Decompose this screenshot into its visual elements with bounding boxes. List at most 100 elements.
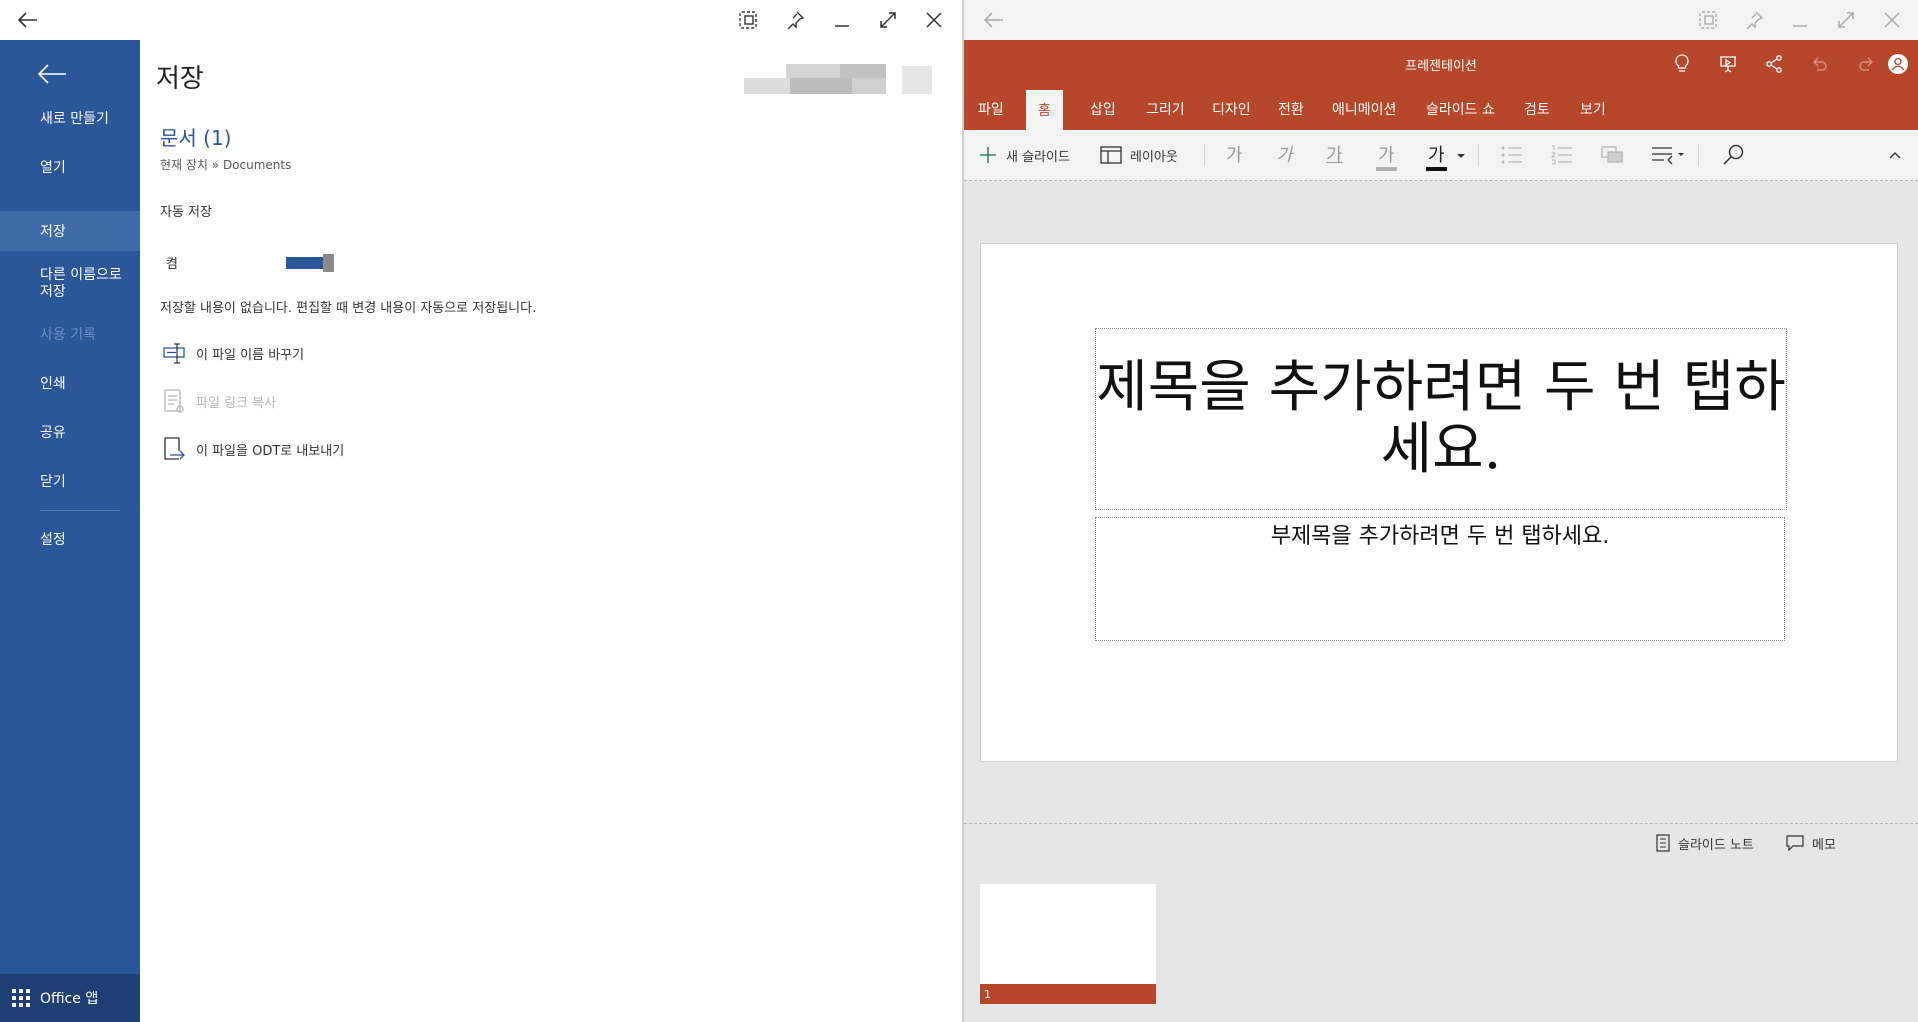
tab-transitions[interactable]: 전환	[1266, 88, 1316, 130]
sidebar-item-share[interactable]: 공유	[0, 412, 140, 452]
notes-icon	[1656, 834, 1670, 852]
highlight-button[interactable]: 가	[1376, 141, 1397, 171]
right-titlebar	[964, 0, 1918, 40]
tab-view[interactable]: 보기	[1568, 88, 1618, 130]
slide-number: 1	[980, 984, 1156, 1004]
autosave-toggle[interactable]	[286, 253, 336, 272]
sidebar-item-open[interactable]: 열기	[0, 147, 140, 187]
titlebar-back-icon[interactable]	[12, 5, 44, 35]
tab-draw[interactable]: 그리기	[1134, 88, 1197, 130]
plus-icon	[978, 145, 998, 165]
font-color-dropdown-icon[interactable]	[1456, 152, 1466, 160]
layout-button[interactable]: 레이아웃	[1100, 142, 1178, 168]
layout-icon	[1100, 146, 1122, 164]
bold-button[interactable]: 가	[1226, 141, 1243, 167]
copy-file-link-button: 파일 링크 복사	[162, 386, 276, 416]
title-placeholder-text: 제목을 추가하려면 두 번 탭하세요.	[1096, 355, 1786, 482]
italic-button[interactable]: 가	[1276, 141, 1293, 167]
document-name: 문서 (1)	[160, 126, 232, 150]
sidebar-item-print[interactable]: 인쇄	[0, 363, 140, 403]
tab-slideshow[interactable]: 슬라이드 쇼	[1414, 88, 1507, 130]
tab-home[interactable]: 홈	[1026, 90, 1063, 130]
slide-thumbnail[interactable]: 1	[980, 884, 1156, 1004]
app-grid-icon	[12, 989, 30, 1007]
close-icon[interactable]	[1876, 5, 1908, 35]
snap-window-icon[interactable]	[732, 5, 764, 35]
document-path: 현재 장치 » Documents	[160, 158, 292, 172]
slide-notes-button[interactable]: 슬라이드 노트	[1656, 832, 1754, 854]
subtitle-placeholder[interactable]: 부제목을 추가하려면 두 번 탭하세요.	[1095, 517, 1785, 641]
tab-animations[interactable]: 애니메이션	[1320, 88, 1408, 130]
tab-review[interactable]: 검토	[1512, 88, 1562, 130]
home-toolbar: 새 슬라이드 레이아웃 가 가 가 가 가	[964, 130, 1918, 181]
tab-label: 슬라이드 쇼	[1426, 102, 1495, 118]
sidebar-item-label: 공유	[40, 425, 66, 441]
toggle-track	[286, 257, 324, 269]
sidebar-item-label: 사용 기록	[40, 327, 96, 343]
redo-icon[interactable]	[1854, 52, 1878, 76]
autosave-label: 자동 저장	[160, 205, 212, 220]
page-title: 저장	[156, 64, 204, 94]
maximize-icon[interactable]	[872, 5, 904, 35]
pin-icon[interactable]	[1738, 5, 1770, 35]
pin-icon[interactable]	[779, 5, 811, 35]
autosave-state-label: 켬	[166, 257, 178, 272]
powerpoint-window: 프레젠테이션 파일 홈 삽입 그리기 디자인 전환 애니메이션 슬라이드 쇼 검…	[964, 0, 1918, 1022]
toolbar-separator	[1478, 144, 1479, 166]
backstage-back-icon[interactable]	[36, 62, 76, 96]
sidebar-item-save-as[interactable]: 다른 이름으로 저장	[0, 262, 140, 306]
sidebar-item-label: 다른 이름으로 저장	[40, 267, 122, 300]
underline-button[interactable]: 가	[1326, 141, 1343, 167]
arrange-icon[interactable]	[1600, 143, 1626, 167]
maximize-icon[interactable]	[1830, 5, 1862, 35]
sidebar-item-history: 사용 기록	[0, 314, 140, 354]
new-slide-label: 새 슬라이드	[1006, 149, 1070, 165]
autosave-message: 저장할 내용이 없습니다. 편집할 때 변경 내용이 자동으로 저장됩니다.	[160, 301, 537, 316]
new-slide-button[interactable]: 새 슬라이드	[978, 142, 1070, 168]
sidebar-item-label: 열기	[40, 160, 66, 176]
layout-label: 레이아웃	[1130, 149, 1178, 165]
left-titlebar	[0, 0, 962, 40]
office-apps-button[interactable]: Office 앱	[0, 974, 140, 1022]
toggle-thumb	[323, 254, 334, 272]
export-document-icon	[162, 435, 186, 463]
tab-label: 삽입	[1090, 102, 1116, 118]
subtitle-placeholder-text: 부제목을 추가하려면 두 번 탭하세요.	[1270, 524, 1610, 549]
font-color-button[interactable]: 가	[1426, 141, 1447, 171]
bullets-icon[interactable]	[1500, 143, 1524, 167]
sidebar-item-settings[interactable]: 설정	[0, 519, 140, 559]
export-odt-button[interactable]: 이 파일을 ODT로 내보내기	[162, 434, 344, 464]
slide-canvas: 제목을 추가하려면 두 번 탭하세요. 부제목을 추가하려면 두 번 탭하세요.	[964, 181, 1918, 823]
sidebar-item-new[interactable]: 새로 만들기	[0, 98, 140, 138]
comments-button[interactable]: 메모	[1786, 832, 1836, 854]
tab-file[interactable]: 파일	[966, 88, 1016, 130]
tab-label: 검토	[1524, 102, 1550, 118]
minimize-icon[interactable]	[826, 5, 858, 35]
titlebar-back-icon[interactable]	[978, 5, 1010, 35]
title-placeholder[interactable]: 제목을 추가하려면 두 번 탭하세요.	[1095, 328, 1787, 510]
text-direction-icon[interactable]	[1650, 143, 1686, 167]
collapse-ribbon-icon[interactable]	[1888, 150, 1902, 160]
sidebar-item-save[interactable]: 저장	[0, 211, 140, 251]
tab-design[interactable]: 디자인	[1200, 88, 1263, 130]
sidebar-item-label: 저장	[40, 224, 66, 240]
lightbulb-icon[interactable]	[1670, 52, 1694, 76]
status-bar: 슬라이드 노트 메모	[964, 823, 1918, 862]
present-icon[interactable]	[1716, 52, 1740, 76]
tab-insert[interactable]: 삽입	[1078, 88, 1128, 130]
search-icon[interactable]	[1722, 143, 1746, 167]
minimize-icon[interactable]	[1784, 5, 1816, 35]
tab-label: 전환	[1278, 102, 1304, 118]
slide[interactable]: 제목을 추가하려면 두 번 탭하세요. 부제목을 추가하려면 두 번 탭하세요.	[980, 243, 1898, 762]
share-icon[interactable]	[1762, 52, 1786, 76]
sidebar-item-close[interactable]: 닫기	[0, 461, 140, 501]
account-avatar-icon[interactable]	[1886, 52, 1910, 76]
snap-window-icon[interactable]	[1692, 5, 1724, 35]
slide-thumbnails: 1	[964, 862, 1918, 1022]
sidebar-item-label: 새로 만들기	[40, 111, 109, 127]
rename-file-button[interactable]: 이 파일 이름 바꾸기	[162, 338, 304, 368]
close-icon[interactable]	[918, 5, 950, 35]
undo-icon[interactable]	[1808, 52, 1832, 76]
sidebar-item-label: 설정	[40, 532, 66, 548]
numbering-icon[interactable]	[1550, 143, 1574, 167]
